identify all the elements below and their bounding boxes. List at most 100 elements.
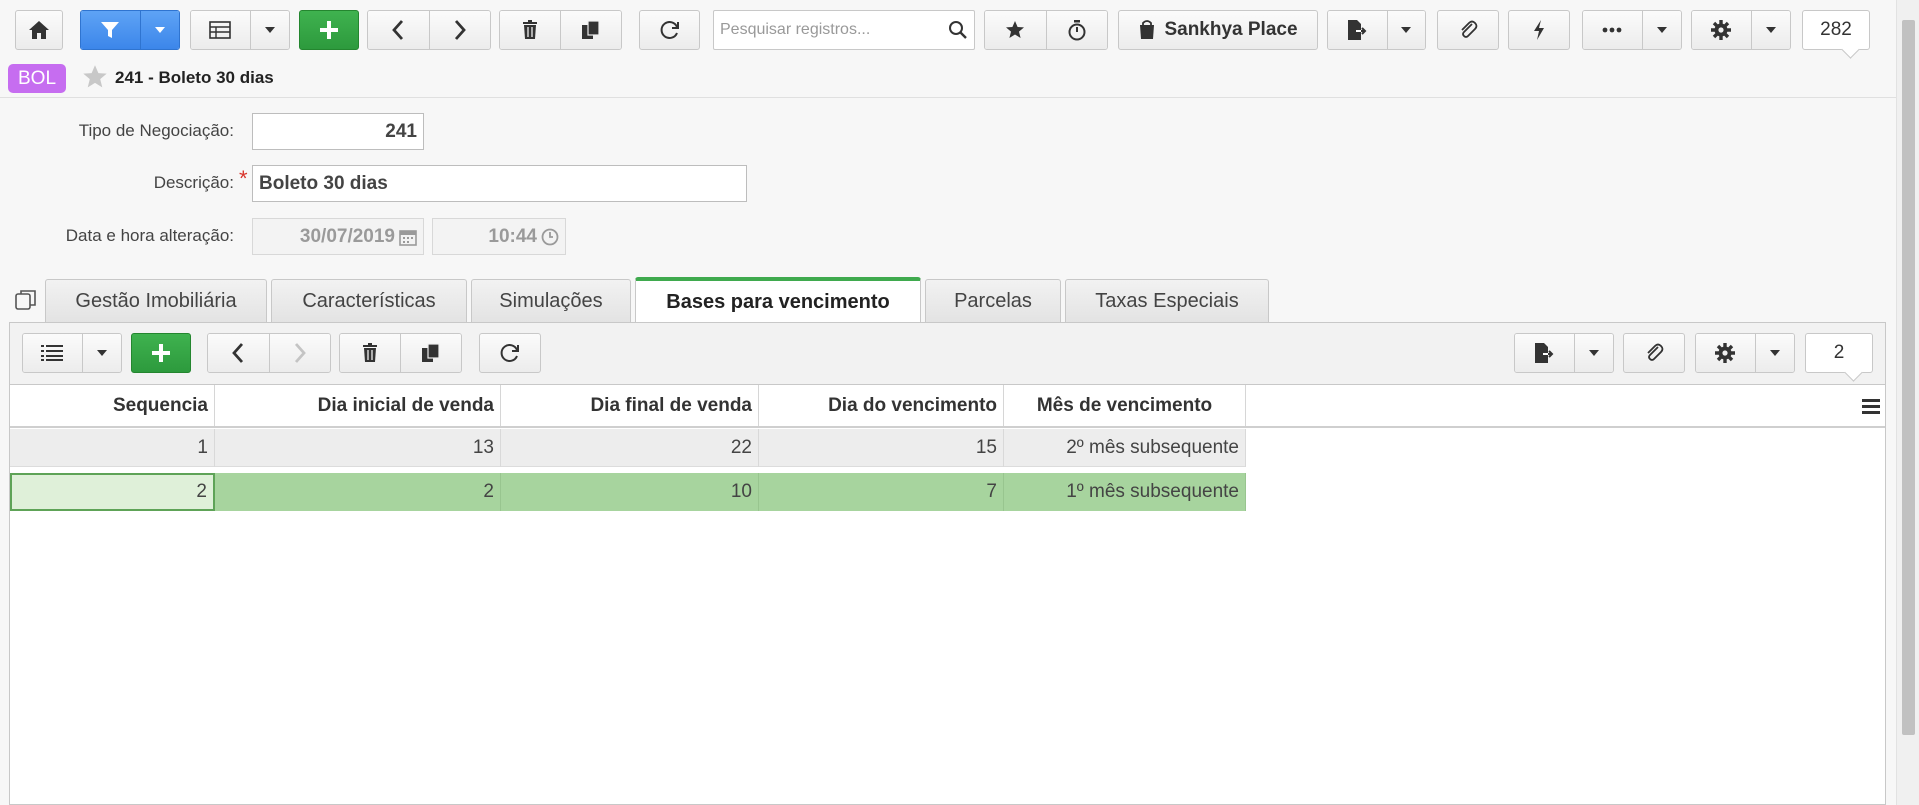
descricao-field[interactable]: Boleto 30 dias (252, 165, 747, 202)
grid-attach-button[interactable] (1623, 333, 1685, 373)
page-title: 241 - Boleto 30 dias (115, 68, 274, 87)
grid-export-dropdown-button[interactable] (1573, 334, 1613, 372)
export-button[interactable] (1328, 11, 1387, 49)
cell-dia-vencimento[interactable]: 7 (759, 473, 1004, 511)
paperclip-icon (1647, 343, 1664, 361)
chevron-down-icon (1656, 27, 1667, 33)
add-button[interactable] (299, 10, 359, 50)
refresh-button[interactable] (639, 10, 700, 50)
tab-taxas-especiais[interactable]: Taxas Especiais (1065, 279, 1269, 322)
cell-dia-vencimento[interactable]: 15 (759, 429, 1004, 467)
duplicate-tabs-icon[interactable] (14, 288, 38, 312)
chevron-left-icon (392, 20, 404, 40)
timer-button[interactable] (1045, 11, 1107, 49)
data-alteracao-value: 30/07/2019 (299, 225, 395, 247)
grid-dropdown-button[interactable] (249, 11, 289, 49)
list-icon (41, 345, 64, 361)
favorite-timer-buttons (984, 10, 1108, 50)
shopping-bag-icon (1140, 20, 1155, 39)
refresh-icon (500, 344, 519, 362)
grid-navigation-buttons (207, 333, 331, 373)
navigation-buttons (367, 10, 491, 50)
cell-dia-final[interactable]: 10 (501, 473, 759, 511)
chevron-down-icon (96, 350, 107, 356)
filter-button[interactable] (81, 11, 140, 49)
grid-duplicate-button[interactable] (400, 334, 461, 372)
table-row-selected[interactable]: 2 2 10 7 1º mês subsequente (10, 473, 1246, 511)
grid-delete-copy-buttons (339, 333, 462, 373)
settings-button[interactable] (1692, 11, 1751, 49)
negotiation-tag: BOL (8, 64, 67, 93)
actions-button[interactable] (1508, 10, 1570, 50)
trash-icon (363, 343, 377, 362)
delete-button[interactable] (500, 11, 560, 49)
grid-refresh-button[interactable] (479, 333, 541, 373)
favorite-button[interactable] (985, 11, 1046, 49)
grid-delete-button[interactable] (340, 334, 400, 372)
calendar-icon (399, 229, 417, 246)
sankhya-place-button[interactable]: Sankhya Place (1118, 10, 1318, 50)
cell-dia-final[interactable]: 22 (501, 429, 759, 467)
tipo-negociacao-label: Tipo de Negociação: (78, 121, 234, 140)
grid-icon (209, 21, 232, 39)
export-dropdown-button[interactable] (1386, 11, 1425, 49)
copy-icon (582, 20, 600, 39)
grid-export-split-button (1514, 333, 1614, 373)
cell-sequencia[interactable]: 2 (10, 473, 215, 511)
star-icon (1006, 21, 1025, 38)
prev-button[interactable] (368, 11, 429, 49)
column-header-sequencia[interactable]: Sequencia (10, 385, 215, 426)
tab-caracteristicas[interactable]: Características (271, 279, 467, 322)
tab-bases-para-vencimento[interactable]: Bases para vencimento (635, 277, 921, 324)
chevron-down-icon (1401, 27, 1412, 33)
next-button[interactable] (428, 11, 490, 49)
grid-settings-dropdown-button[interactable] (1754, 334, 1794, 372)
tipo-negociacao-field[interactable]: 241 (252, 113, 424, 150)
tab-parcelas[interactable]: Parcelas (925, 279, 1061, 322)
page-scrollbar[interactable] (1896, 0, 1919, 805)
paperclip-icon (1461, 20, 1478, 38)
grid-export-button[interactable] (1515, 334, 1574, 372)
grid-toolbar: 2 (10, 323, 1885, 385)
grid-add-button[interactable] (131, 333, 191, 373)
cell-dia-inicial[interactable]: 2 (215, 473, 501, 511)
cell-mes-vencimento[interactable]: 1º mês subsequente (1004, 473, 1246, 511)
hora-alteracao-field: 10:44 (432, 218, 566, 255)
cell-mes-vencimento[interactable]: 2º mês subsequente (1004, 429, 1246, 467)
export-icon (1348, 20, 1367, 40)
settings-dropdown-button[interactable] (1750, 11, 1790, 49)
more-button[interactable] (1583, 11, 1642, 49)
column-header-dia-final[interactable]: Dia final de venda (501, 385, 759, 426)
more-dropdown-button[interactable] (1641, 11, 1681, 49)
grid-prev-button[interactable] (208, 334, 269, 372)
grid-settings-button[interactable] (1696, 334, 1755, 372)
search-icon[interactable] (948, 20, 968, 40)
grid-view-split-button (22, 333, 122, 373)
tab-simulacoes[interactable]: Simulações (471, 279, 631, 322)
list-view-dropdown-button[interactable] (81, 334, 121, 372)
grid-next-button[interactable] (268, 334, 330, 372)
scrollbar-thumb[interactable] (1902, 20, 1915, 735)
column-header-dia-inicial[interactable]: Dia inicial de venda (215, 385, 501, 426)
duplicate-button[interactable] (560, 11, 621, 49)
chevron-down-icon (1769, 350, 1780, 356)
home-button[interactable] (15, 10, 63, 50)
more-split-button (1582, 10, 1682, 50)
filter-dropdown-button[interactable] (139, 11, 179, 49)
settings-split-button (1691, 10, 1791, 50)
favorite-star-icon[interactable] (82, 64, 108, 90)
search-input[interactable] (714, 11, 934, 49)
table-row[interactable]: 1 13 22 15 2º mês subsequente (10, 429, 1246, 467)
column-header-dia-vencimento[interactable]: Dia do vencimento (759, 385, 1004, 426)
column-menu-icon[interactable] (1861, 396, 1881, 416)
grid-view-button[interactable] (191, 11, 250, 49)
home-icon (29, 21, 49, 39)
column-header-mes-vencimento[interactable]: Mês de vencimento (1004, 385, 1246, 426)
attach-button[interactable] (1437, 10, 1499, 50)
tab-gestao-imobiliaria[interactable]: Gestão Imobiliária (45, 279, 267, 322)
chevron-right-icon (454, 20, 466, 40)
cell-dia-inicial[interactable]: 13 (215, 429, 501, 467)
cell-sequencia[interactable]: 1 (10, 429, 215, 467)
sankhya-place-label: Sankhya Place (1164, 19, 1298, 40)
list-view-button[interactable] (23, 334, 82, 372)
